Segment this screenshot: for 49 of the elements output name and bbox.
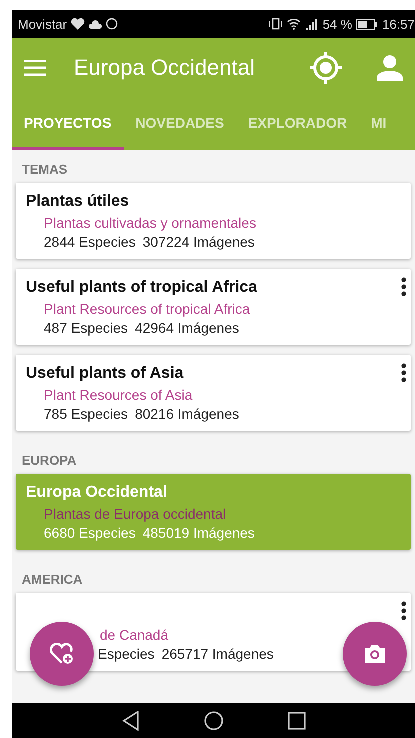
signal-icon <box>304 18 319 30</box>
image-count: 80216 Imágenes <box>135 406 240 422</box>
app-title: Europa Occidental <box>74 55 256 81</box>
tab[interactable]: NOVEDADES <box>124 98 236 150</box>
battery-icon <box>356 18 378 30</box>
card-title: Useful plants of tropical Africa <box>26 279 258 297</box>
tab[interactable]: PROYECTOS <box>12 98 124 150</box>
more-options-icon[interactable] <box>401 277 407 297</box>
project-card[interactable]: Useful plants of Asia Plant Resources of Asia 785 Especies 80216 Imágenes <box>16 355 411 431</box>
camera-icon <box>363 644 387 664</box>
back-icon[interactable] <box>122 710 140 730</box>
vibrate-icon <box>268 18 283 30</box>
image-count: 42964 Imágenes <box>135 320 240 336</box>
image-count: 265717 Imágenes <box>162 646 274 662</box>
tab[interactable]: EXPLORADOR <box>236 98 360 150</box>
section-header: EUROPA <box>21 452 78 470</box>
project-card[interactable]: Plantas útiles Plantas cultivadas y ornamentales 2844 Especies 307224 Imágenes <box>16 183 411 259</box>
species-count: 6680 Especies <box>44 525 136 541</box>
card-subtitle: Plant Resources of tropical Africa <box>43 301 252 317</box>
image-count: 485019 Imágenes <box>142 525 255 541</box>
card-subtitle: Plant Resources of Asia <box>43 387 194 403</box>
species-count: 487 Especies <box>44 320 128 336</box>
section-header: TEMAS <box>21 161 68 179</box>
wifi-icon <box>286 18 301 30</box>
card-subtitle: de Canadá <box>99 627 170 643</box>
battery-percent: 54 % <box>322 16 352 32</box>
more-options-icon[interactable] <box>401 601 407 621</box>
clock-time: 16:57 <box>382 16 415 32</box>
more-options-icon[interactable] <box>401 363 407 383</box>
heart-icon <box>71 18 86 30</box>
recents-icon[interactable] <box>288 712 306 730</box>
home-icon[interactable] <box>204 710 224 730</box>
card-title: Europa Occidental <box>26 484 168 502</box>
tab[interactable]: MI <box>359 98 399 150</box>
species-count: Especies <box>98 646 155 662</box>
card-subtitle: Plantas cultivadas y ornamentales <box>43 215 258 231</box>
card-title: Useful plants of Asia <box>26 365 185 383</box>
image-count: 307224 Imágenes <box>142 234 255 250</box>
project-card[interactable]: Europa Occidental Plantas de Europa occidental 6680 Especies 485019 Imágenes <box>16 474 411 550</box>
species-count: 785 Especies <box>44 406 128 422</box>
card-subtitle: Plantas de Europa occidental <box>43 506 228 522</box>
species-count: 2844 Especies <box>44 234 136 250</box>
project-card[interactable]: Useful plants of tropical Africa Plant Resources of tropical Africa 487 Especies 42964 Imágenes <box>16 269 411 345</box>
section-header: AMERICA <box>21 571 84 589</box>
card-title: Plantas útiles <box>26 193 130 211</box>
heart-plus-icon <box>49 642 75 666</box>
carrier-name: Movistar <box>18 16 68 32</box>
circle-icon <box>106 18 118 30</box>
cloud-icon <box>89 20 102 28</box>
